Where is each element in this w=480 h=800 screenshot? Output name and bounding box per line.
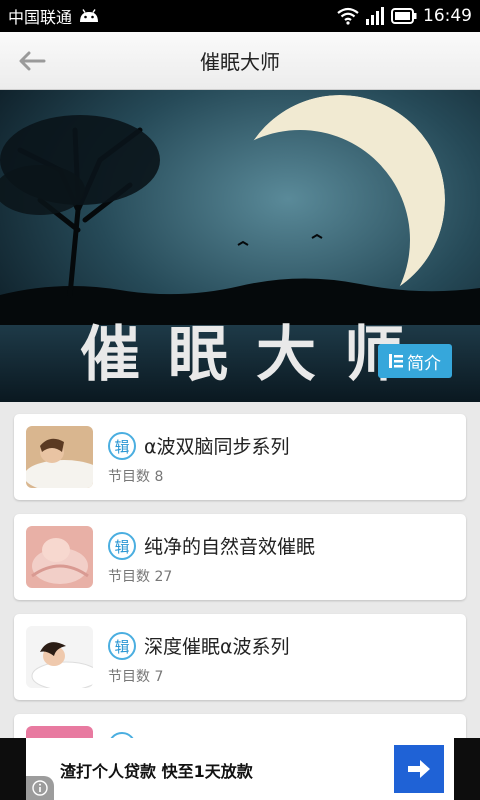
- album-thumbnail: [26, 526, 93, 588]
- signal-strength-icon: [366, 7, 384, 25]
- ad-banner[interactable]: 渣打个人贷款 快至1天放款: [0, 738, 480, 800]
- wifi-icon: [337, 7, 359, 25]
- clock: 16:49: [423, 6, 472, 26]
- intro-label: 简介: [407, 353, 441, 374]
- album-episode-count: 节目数 27: [108, 569, 173, 585]
- album-title: α波双脑同步系列: [144, 436, 290, 458]
- album-episode-count: 节目数 8: [108, 469, 164, 485]
- info-icon: [32, 780, 48, 796]
- intro-button[interactable]: 简介: [378, 344, 452, 378]
- app-header: 催眠大师: [0, 32, 480, 90]
- album-list: 辑 α波双脑同步系列 节目数 8 辑 纯净的自然音效催眠 节目数 27 辑 深度…: [14, 414, 466, 768]
- album-badge: 辑: [108, 632, 136, 660]
- page-title: 催眠大师: [200, 50, 280, 74]
- album-card[interactable]: 辑 α波双脑同步系列 节目数 8: [14, 414, 466, 500]
- ad-action-button[interactable]: [394, 745, 444, 793]
- back-arrow-icon: [19, 51, 46, 71]
- status-bar: 中国联通 16:49: [0, 0, 480, 32]
- album-thumbnail: [26, 626, 93, 688]
- album-card[interactable]: 辑 深度催眠α波系列 节目数 7: [14, 614, 466, 700]
- ad-content[interactable]: 渣打个人贷款 快至1天放款: [26, 738, 454, 800]
- album-episode-count: 节目数 7: [108, 669, 164, 685]
- album-badge: 辑: [108, 432, 136, 460]
- back-button[interactable]: [14, 46, 50, 76]
- ad-text: 渣打个人贷款 快至1天放款: [60, 762, 253, 781]
- album-thumbnail: [26, 426, 93, 488]
- album-title: 深度催眠α波系列: [144, 636, 290, 658]
- battery-icon: [391, 8, 417, 24]
- list-lines-icon: [389, 354, 403, 368]
- hero-banner: 催眠大师 简介: [0, 90, 480, 402]
- arrow-right-icon: [408, 760, 430, 778]
- album-title: 纯净的自然音效催眠: [144, 536, 316, 558]
- album-badge: 辑: [108, 532, 136, 560]
- album-card[interactable]: 辑 纯净的自然音效催眠 节目数 27: [14, 514, 466, 600]
- android-notification-icon: [80, 9, 99, 22]
- carrier-name: 中国联通: [8, 8, 73, 27]
- ad-info-button[interactable]: [26, 776, 54, 800]
